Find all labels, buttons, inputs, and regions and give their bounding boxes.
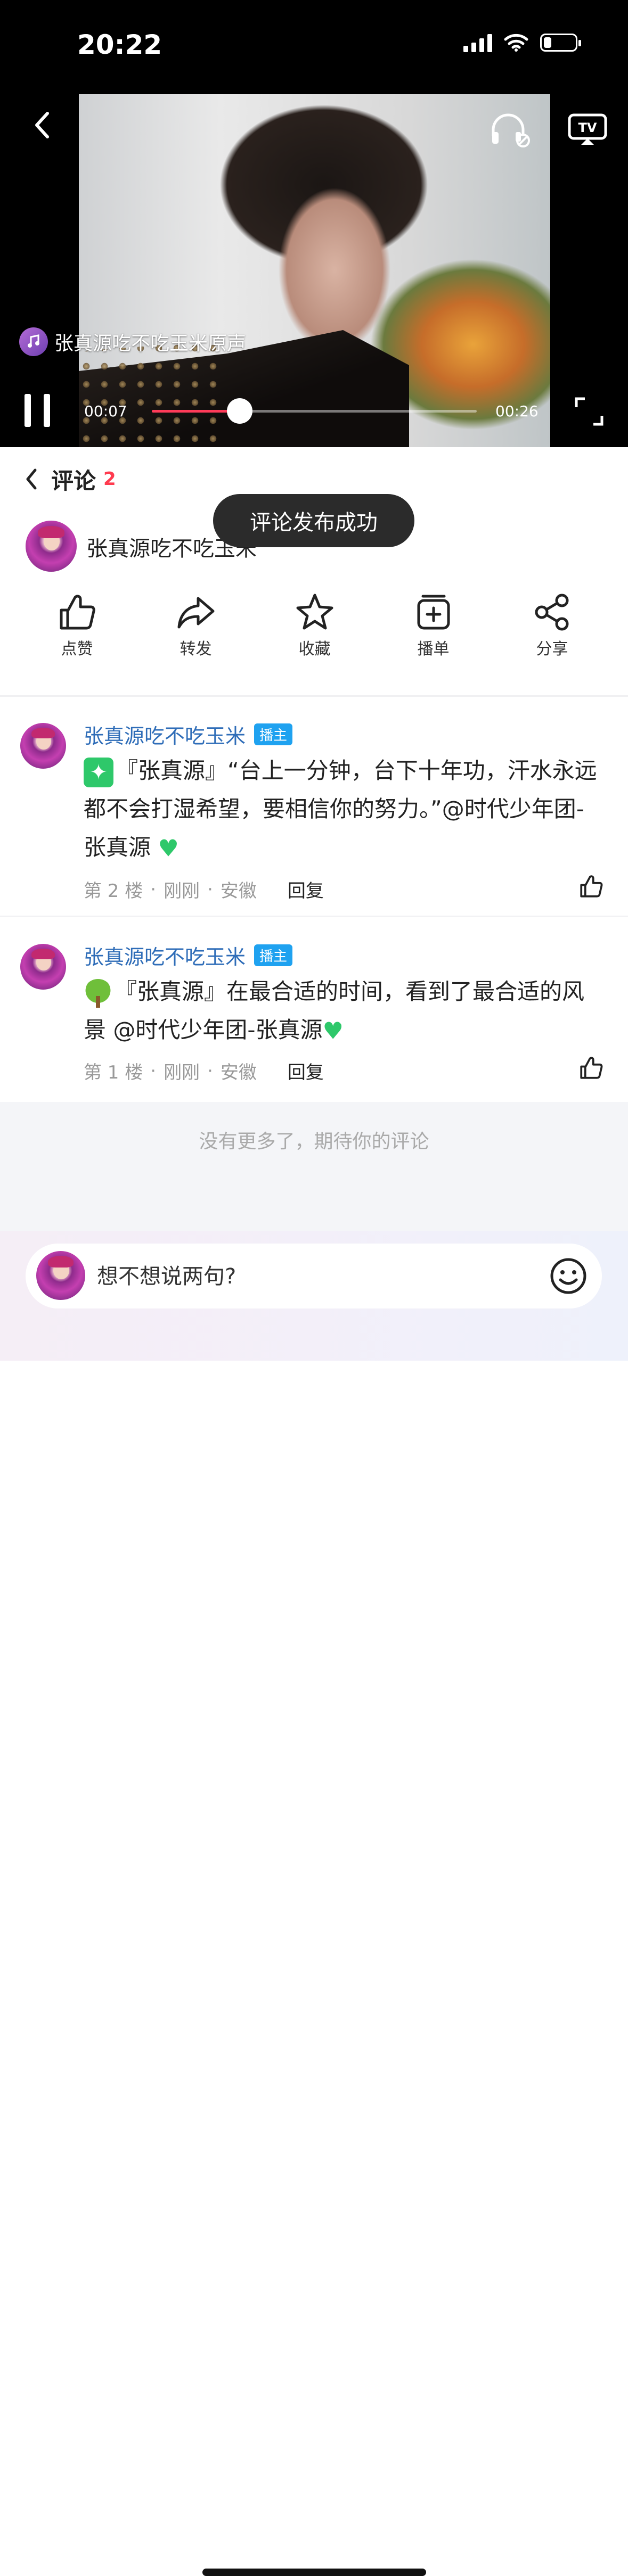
battery-icon <box>540 34 581 52</box>
comment-time: 刚刚 <box>164 880 200 902</box>
action-bar: 点赞 转发 收藏 播单 分享 <box>0 591 628 676</box>
tree-emoji-icon <box>84 978 112 1008</box>
emoji-icon[interactable] <box>549 1256 588 1296</box>
thumbs-up-icon[interactable] <box>578 1055 605 1081</box>
no-more-text: 没有更多了，期待你的评论 <box>199 1131 429 1153</box>
comment-text-block: 『张真源』在最合适的时间，看到了最合适的风景 @时代少年团-张真源♥ <box>84 973 606 1051</box>
green-heart-icon: ♥ <box>322 1017 344 1045</box>
comment-input-box[interactable] <box>26 1244 602 1310</box>
total-time: 00:26 <box>495 402 539 420</box>
like-button[interactable]: 点赞 <box>18 591 136 676</box>
comment-author-row: 张真源吃不吃玉米 播主 <box>84 941 293 970</box>
forward-label: 转发 <box>180 640 212 659</box>
author-badge: 播主 <box>254 723 293 745</box>
comment-input[interactable] <box>96 1244 556 1310</box>
green-heart-icon: ♥ <box>158 835 179 862</box>
cellular-signal-icon <box>463 33 492 52</box>
music-note-icon <box>19 327 48 356</box>
comment-floor: 第 2 楼 <box>84 880 143 902</box>
playlist-label: 播单 <box>417 640 450 659</box>
sparkle-emoji-icon: ✦ <box>84 757 113 787</box>
favorite-label: 收藏 <box>298 640 331 659</box>
meta-dot: · <box>150 878 157 900</box>
author-badge: 播主 <box>254 944 293 966</box>
no-more-section: 没有更多了，期待你的评论 <box>0 1102 628 1231</box>
reply-button[interactable]: 回复 <box>288 876 324 902</box>
meta-dot: · <box>207 878 213 900</box>
back-icon[interactable] <box>29 109 56 141</box>
playlist-button[interactable]: 播单 <box>374 591 493 676</box>
collapse-comments-icon[interactable] <box>23 466 39 492</box>
audio-mode-icon[interactable] <box>489 111 532 148</box>
comment-meta: 第 1 楼 · 刚刚 · 安徽 回复 <box>84 1058 324 1084</box>
thumbs-up-icon[interactable] <box>578 873 605 900</box>
comment-location: 安徽 <box>220 880 257 902</box>
comment-meta: 第 2 楼 · 刚刚 · 安徽 回复 <box>84 876 324 902</box>
meta-dot: · <box>150 1060 157 1082</box>
like-label: 点赞 <box>61 640 93 659</box>
comments-title: 评论 <box>51 468 96 494</box>
avatar[interactable] <box>26 521 77 572</box>
comment-input-bar <box>0 1231 628 2576</box>
current-time: 00:07 <box>84 402 127 420</box>
divider <box>0 916 628 917</box>
avatar[interactable] <box>20 723 66 769</box>
divider <box>0 695 628 697</box>
forward-icon <box>177 597 214 629</box>
svg-text:TV: TV <box>578 120 597 135</box>
comment-author[interactable]: 张真源吃不吃玉米 <box>84 941 246 970</box>
thumbs-up-icon <box>60 595 95 630</box>
favorite-button[interactable]: 收藏 <box>255 591 374 676</box>
video-frame <box>79 94 550 447</box>
progress-slider[interactable] <box>152 398 477 424</box>
comment-location: 安徽 <box>220 1062 257 1083</box>
avatar <box>36 1251 85 1300</box>
share-label: 分享 <box>536 640 568 659</box>
star-icon <box>296 594 333 630</box>
toast: 评论发布成功 <box>213 494 414 547</box>
home-indicator <box>202 2569 426 2576</box>
pause-icon[interactable] <box>25 394 52 427</box>
sound-name: 张真源吃不吃玉米原声 <box>54 333 247 355</box>
video-player[interactable]: 20:22 TV 张真源吃不吃玉米原声 00:07 00:26 <box>0 0 628 447</box>
reply-button[interactable]: 回复 <box>288 1058 324 1084</box>
comment-author-row: 张真源吃不吃玉米 播主 <box>84 720 293 749</box>
status-bar: 20:22 <box>0 0 628 80</box>
forward-button[interactable]: 转发 <box>136 591 255 676</box>
wifi-icon <box>504 34 528 52</box>
video-frame-studs <box>79 341 217 447</box>
comment-author[interactable]: 张真源吃不吃玉米 <box>84 720 246 749</box>
fullscreen-icon[interactable] <box>574 397 604 426</box>
progress-knob[interactable] <box>226 398 252 424</box>
progress-fill <box>152 410 240 413</box>
meta-dot: · <box>207 1060 213 1082</box>
status-icons <box>463 33 581 52</box>
comment-floor: 第 1 楼 <box>84 1062 143 1083</box>
playlist-add-icon <box>417 595 450 630</box>
cast-tv-icon[interactable]: TV <box>567 112 608 147</box>
share-button[interactable]: 分享 <box>493 591 611 676</box>
comments-count: 2 <box>103 468 116 490</box>
comment-time: 刚刚 <box>164 1062 200 1083</box>
share-icon <box>535 594 568 631</box>
avatar[interactable] <box>20 944 66 990</box>
comment-text-block: ✦ 『张真源』“台上一分钟，台下十年功，汗水永远都不会打湿希望，要相信你的努力。”… <box>84 752 606 868</box>
original-sound[interactable]: 张真源吃不吃玉米原声 <box>19 327 246 356</box>
status-time: 20:22 <box>77 29 162 60</box>
